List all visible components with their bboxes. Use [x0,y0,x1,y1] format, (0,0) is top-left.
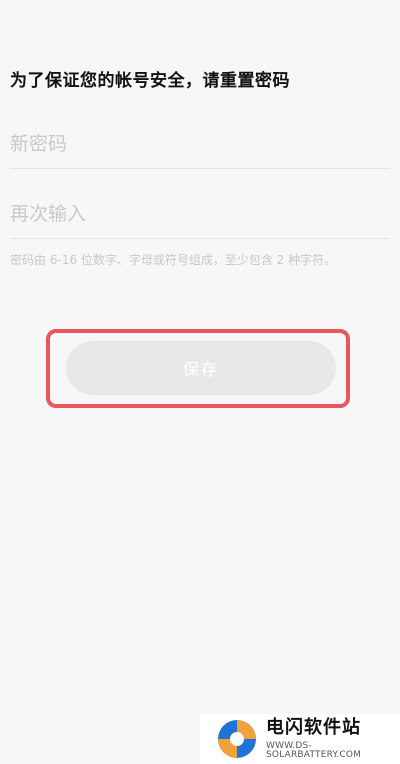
logo-icon [218,720,256,758]
watermark-url: WWW.DS-SOLARBATTERY.COM [266,740,362,760]
new-password-field [10,120,390,169]
site-watermark: 电闪软件站 WWW.DS-SOLARBATTERY.COM [200,714,400,764]
page-title: 为了保证您的帐号安全，请重置密码 [10,71,290,91]
watermark-text: 电闪软件站 WWW.DS-SOLARBATTERY.COM [266,716,400,760]
reset-password-screen: 为了保证您的帐号安全，请重置密码 密码由 6-16 位数字、字母或符号组成，至少… [0,0,400,764]
save-button[interactable]: 保存 [66,341,336,395]
watermark-title: 电闪软件站 [266,716,361,738]
confirm-password-field [10,190,390,239]
new-password-input[interactable] [10,120,390,168]
password-hint: 密码由 6-16 位数字、字母或符号组成，至少包含 2 种字符。 [10,253,337,267]
confirm-password-input[interactable] [10,190,390,238]
